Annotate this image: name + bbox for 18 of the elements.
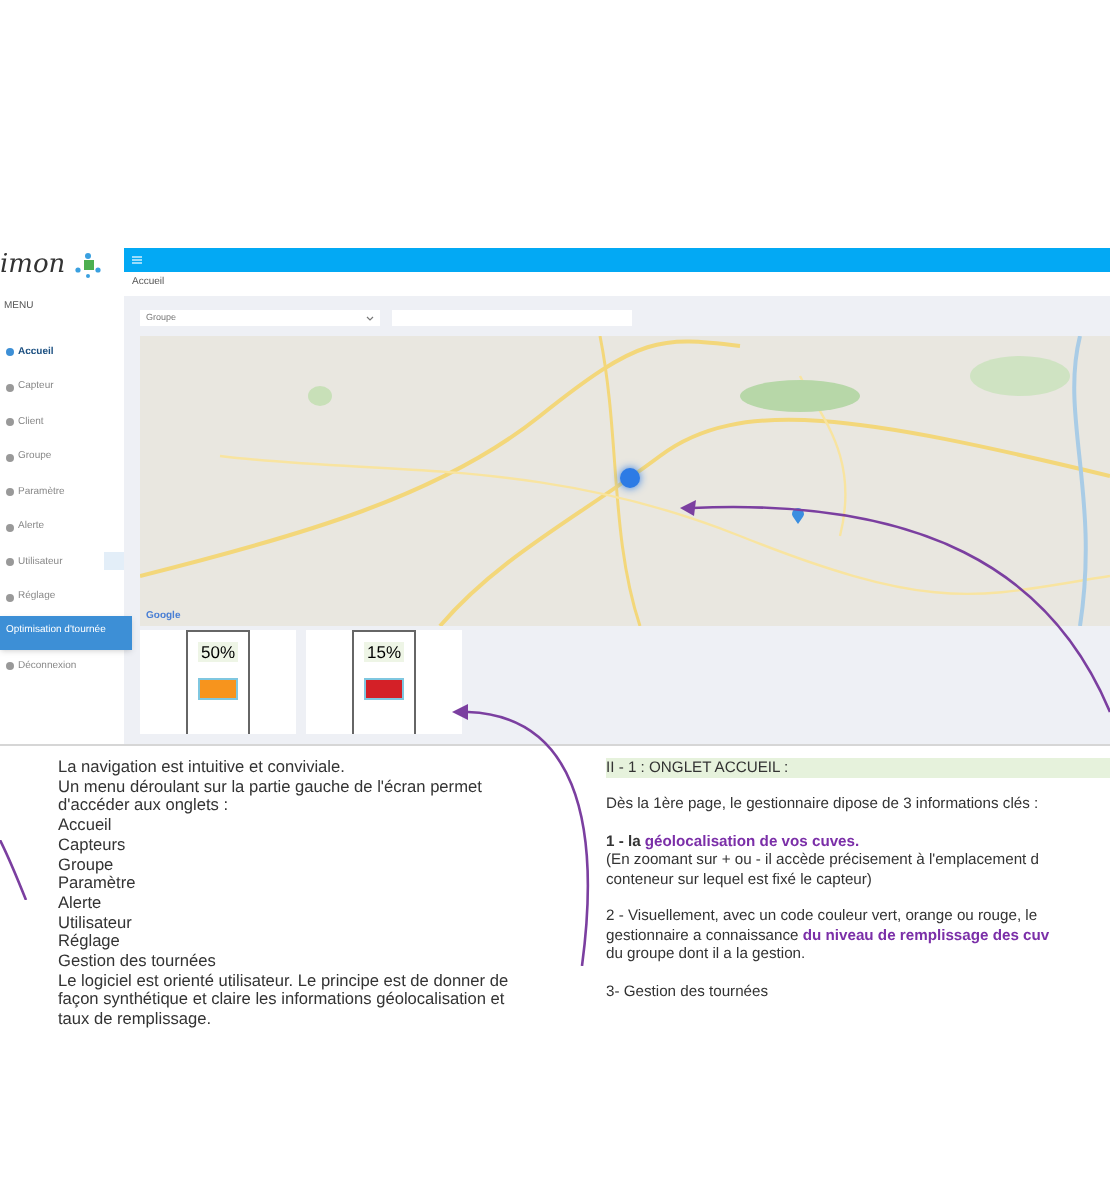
menu-icon[interactable] (132, 256, 142, 264)
logo-icon (73, 250, 102, 278)
menu-item-icon (6, 662, 14, 671)
collapse-button[interactable] (104, 551, 124, 569)
fill-percentage: 15% (364, 642, 403, 662)
menu-item-icon (6, 593, 14, 602)
menu-item-icon (6, 523, 14, 532)
description-text: La navigation est intuitive et conviviale. Un menu déroulant sur la partie gauche de l'écran permet d'accéder aux onglets : Accueil Capteurs Groupe Paramètre Alerte Utilisateur Réglage Gestion des tournées Le logiciel est orienté utilisateur. Le principe est de donner de façon synthétique et claire les informations géolocalisation et taux de remplissage. (58, 758, 511, 1030)
menu-item-icon (6, 488, 14, 497)
caret-icon (366, 314, 374, 322)
menu-item-icon (6, 453, 14, 462)
map-pin-icon[interactable] (792, 508, 804, 524)
fill-percentage: 50% (198, 642, 237, 662)
menu-item-icon (6, 348, 14, 357)
menu-item-icon (6, 383, 14, 392)
menu-item-icon (6, 558, 14, 567)
menu-item-icon (6, 418, 14, 427)
logo-text: imon (0, 251, 66, 277)
